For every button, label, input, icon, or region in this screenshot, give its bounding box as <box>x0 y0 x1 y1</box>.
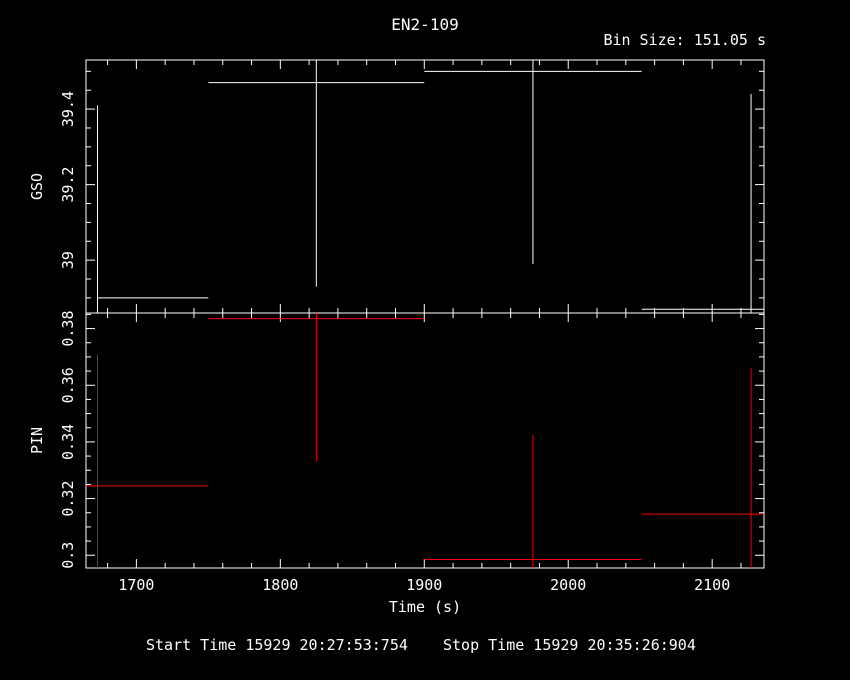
x-tick-label: 1700 <box>118 576 154 594</box>
start-time: Start Time 15929 20:27:53:754 <box>146 636 408 654</box>
chart-title: EN2-109 <box>391 15 458 34</box>
gso-y-tick-label: 39.2 <box>59 167 77 203</box>
x-tick-label: 1800 <box>262 576 298 594</box>
pin-data-point <box>86 354 209 568</box>
pin-data-point <box>424 434 642 568</box>
gso-data-point <box>97 105 209 313</box>
pin-data-point <box>208 313 425 461</box>
light-curve-plot: EN2-109 Bin Size: 151.05 s Time (s) 39 39… <box>28 15 766 616</box>
bin-size-label: Bin Size: 151.05 s <box>603 31 766 49</box>
pin-data-point <box>641 368 764 568</box>
gso-y-tick-label: 39 <box>59 251 77 269</box>
pin-y-tick-label: 0.34 <box>59 424 77 460</box>
x-axis-label: Time (s) <box>389 598 461 616</box>
pin-y-tick-label: 0.36 <box>59 367 77 403</box>
gso-data-point <box>424 60 642 264</box>
stop-time: Stop Time 15929 20:35:26:904 <box>443 636 696 654</box>
pin-panel-frame <box>85 312 765 569</box>
pin-y-tick-label: 0.3 <box>59 542 77 569</box>
x-tick-label: 2100 <box>694 576 730 594</box>
gso-panel-frame <box>85 59 765 314</box>
gso-y-axis-label: GSO <box>28 173 46 200</box>
gso-data-point <box>641 93 764 313</box>
pin-y-axis-label: PIN <box>28 427 46 454</box>
x-tick-label: 2000 <box>550 576 586 594</box>
pin-y-tick-label: 0.32 <box>59 481 77 517</box>
gso-y-tick-label: 39.4 <box>59 91 77 127</box>
x-tick-label: 1900 <box>406 576 442 594</box>
gso-data-point <box>208 60 425 287</box>
pin-y-tick-label: 0.38 <box>59 311 77 347</box>
